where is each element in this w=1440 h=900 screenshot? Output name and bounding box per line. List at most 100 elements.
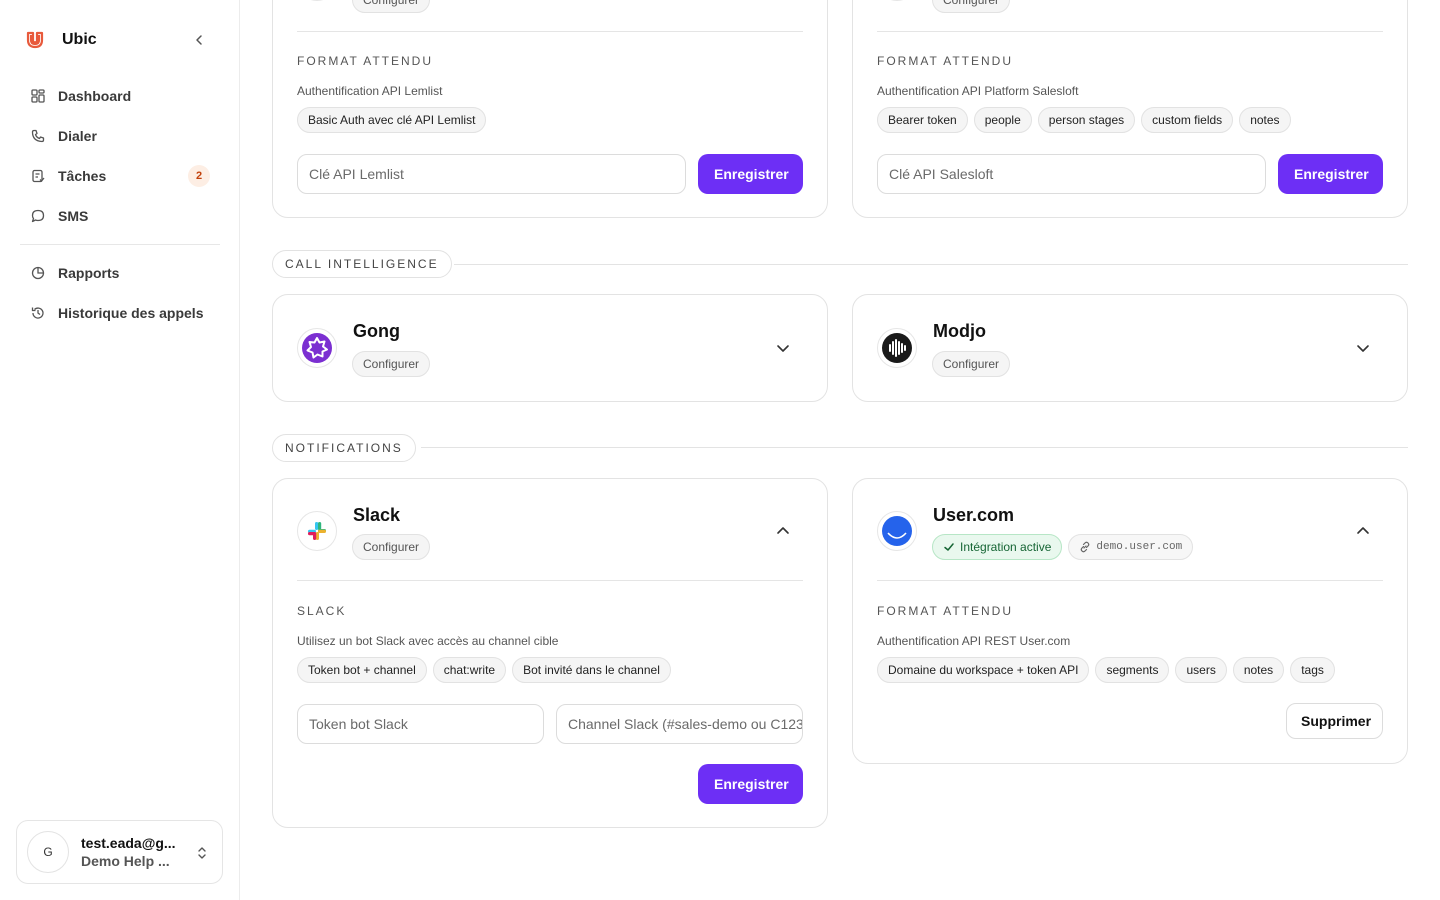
integration-name: User.com [933,505,1015,525]
delete-usercom-button[interactable]: Supprimer [1286,703,1383,739]
format-description: Utilisez un bot Slack avec accès au chan… [297,634,559,648]
account-switcher[interactable]: G test.eada@g... Demo Help ... [16,820,223,884]
lemlist-card: Configurer FORMAT ATTENDU Authentificati… [272,0,828,218]
sidebar-item-label: Dashboard [58,88,132,104]
salesloft-logo-icon [877,0,917,1]
group-label-notifications: NOTIFICATIONS [272,434,416,462]
status-badge: Configurer [932,351,1011,377]
format-tag: Bot invité dans le channel [512,657,671,683]
divider [877,31,1383,32]
tasks-icon [30,168,46,184]
slack-channel-input[interactable] [556,704,803,744]
sidebar-item-taches[interactable]: Tâches 2 [20,156,220,196]
pie-chart-icon [30,265,46,281]
link-icon [1081,541,1090,553]
usercom-card: User.com Intégration active demo.user.co… [852,478,1408,764]
workspace-domain: demo.user.com [1096,541,1183,553]
ubic-logo-icon [24,29,46,51]
format-tags: Bearer token people person stages custom… [877,107,1291,133]
collapse-usercom-button[interactable] [1351,519,1375,543]
sidebar-item-sms[interactable]: SMS [20,196,220,236]
history-icon [30,305,46,321]
section-title: FORMAT ATTENDU [297,54,433,68]
chevron-down-icon [1357,345,1369,352]
collapse-sidebar-button[interactable] [188,30,210,50]
format-tag: segments [1095,657,1170,683]
sidebar-item-dashboard[interactable]: Dashboard [20,76,220,116]
format-description: Authentification API Platform Salesloft [877,84,1079,98]
chevron-down-icon [777,345,789,352]
format-tag: person stages [1037,107,1136,133]
workspace-domain-badge: demo.user.com [1068,534,1194,560]
chevron-up-icon [777,527,789,534]
chat-icon [30,208,46,224]
divider [297,580,803,581]
collapse-slack-button[interactable] [771,519,795,543]
format-tag: Basic Auth avec clé API Lemlist [297,107,487,133]
format-tag: Bearer token [877,107,968,133]
salesloft-card: Configurer FORMAT ATTENDU Authentificati… [852,0,1408,218]
modjo-card[interactable]: Modjo Configurer [852,294,1408,402]
user-email: test.eada@g... [81,835,176,851]
sidebar-item-label: Dialer [58,128,97,144]
main-nav: Dashboard Dialer Tâches 2 SMS Rapports H… [20,76,220,333]
format-tags: Basic Auth avec clé API Lemlist [297,107,487,133]
format-tag: people [973,107,1032,133]
expand-modjo-button[interactable] [1351,336,1375,360]
salesloft-api-key-input[interactable] [877,154,1266,194]
section-title: FORMAT ATTENDU [877,54,1013,68]
format-tags: Domaine du workspace + token API segment… [877,657,1335,683]
tasks-count-badge: 2 [188,165,210,187]
format-description: Authentification API Lemlist [297,84,443,98]
group-divider [421,447,1408,448]
section-title: FORMAT ATTENDU [877,604,1013,618]
sidebar-item-label: SMS [58,208,89,224]
sidebar: Ubic Dashboard Dialer Tâches 2 SMS Rappo… [0,0,240,900]
gong-logo-icon [297,328,337,368]
avatar: G [27,831,69,873]
lemlist-logo-icon [297,0,337,1]
format-description: Authentification API REST User.com [877,634,1071,648]
chevron-up-icon [1357,527,1369,534]
lemlist-api-key-input[interactable] [297,154,686,194]
format-tags: Token bot + channel chat:write Bot invit… [297,657,671,683]
sidebar-item-label: Tâches [58,168,107,184]
format-tag: notes [1239,107,1291,133]
integration-name: Gong [353,321,400,341]
format-tag: chat:write [432,657,507,683]
divider [297,31,803,32]
brand[interactable]: Ubic [24,28,97,52]
modjo-logo-icon [877,328,917,368]
format-tag: Domaine du workspace + token API [877,657,1090,683]
save-slack-button[interactable]: Enregistrer [698,764,803,804]
status-badge: Configurer [932,0,1011,13]
account-info: test.eada@g... Demo Help ... [81,835,181,869]
sidebar-item-label: Historique des appels [58,305,204,321]
status-badge: Configurer [352,351,431,377]
group-divider [454,264,1408,265]
save-salesloft-button[interactable]: Enregistrer [1278,154,1383,194]
format-tag: notes [1232,657,1285,683]
save-lemlist-button[interactable]: Enregistrer [698,154,803,194]
phone-icon [30,128,46,144]
group-label-call-intelligence: CALL INTELLIGENCE [272,250,452,278]
sidebar-item-rapports[interactable]: Rapports [20,253,220,293]
format-tag: tags [1290,657,1335,683]
status-badge: Configurer [352,534,431,560]
sidebar-item-dialer[interactable]: Dialer [20,116,220,156]
nav-divider [20,244,220,245]
divider [877,580,1383,581]
active-label: Intégration active [960,540,1052,554]
workspace-name: Demo Help ... [81,853,170,869]
gong-card[interactable]: Gong Configurer [272,294,828,402]
integration-name: Modjo [933,321,986,341]
check-icon [944,543,954,551]
integration-name: Slack [353,505,401,525]
expand-gong-button[interactable] [771,336,795,360]
format-tag: custom fields [1141,107,1234,133]
slack-token-input[interactable] [297,704,544,744]
section-title: SLACK [297,604,347,618]
chevron-left-icon [196,35,202,45]
sidebar-item-historique[interactable]: Historique des appels [20,293,220,333]
format-tag: Token bot + channel [297,657,427,683]
